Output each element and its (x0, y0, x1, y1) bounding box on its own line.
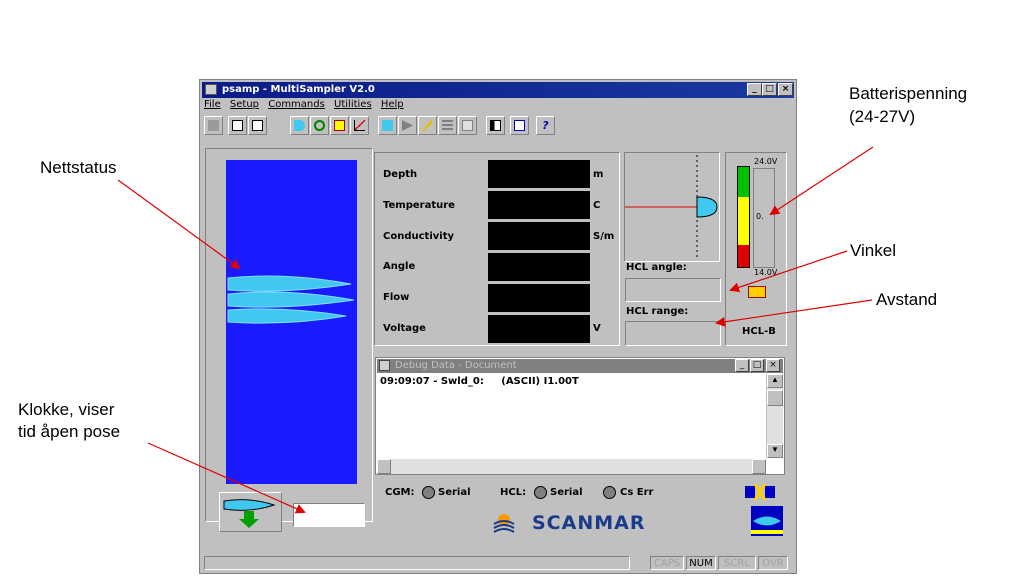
arrow-vinkel (729, 250, 848, 293)
arrow-battery (769, 146, 874, 216)
annotation-arrows (117, 146, 874, 514)
arrow-nettstatus (117, 179, 241, 270)
arrow-avstand (715, 299, 873, 327)
arrow-clock (147, 442, 306, 514)
